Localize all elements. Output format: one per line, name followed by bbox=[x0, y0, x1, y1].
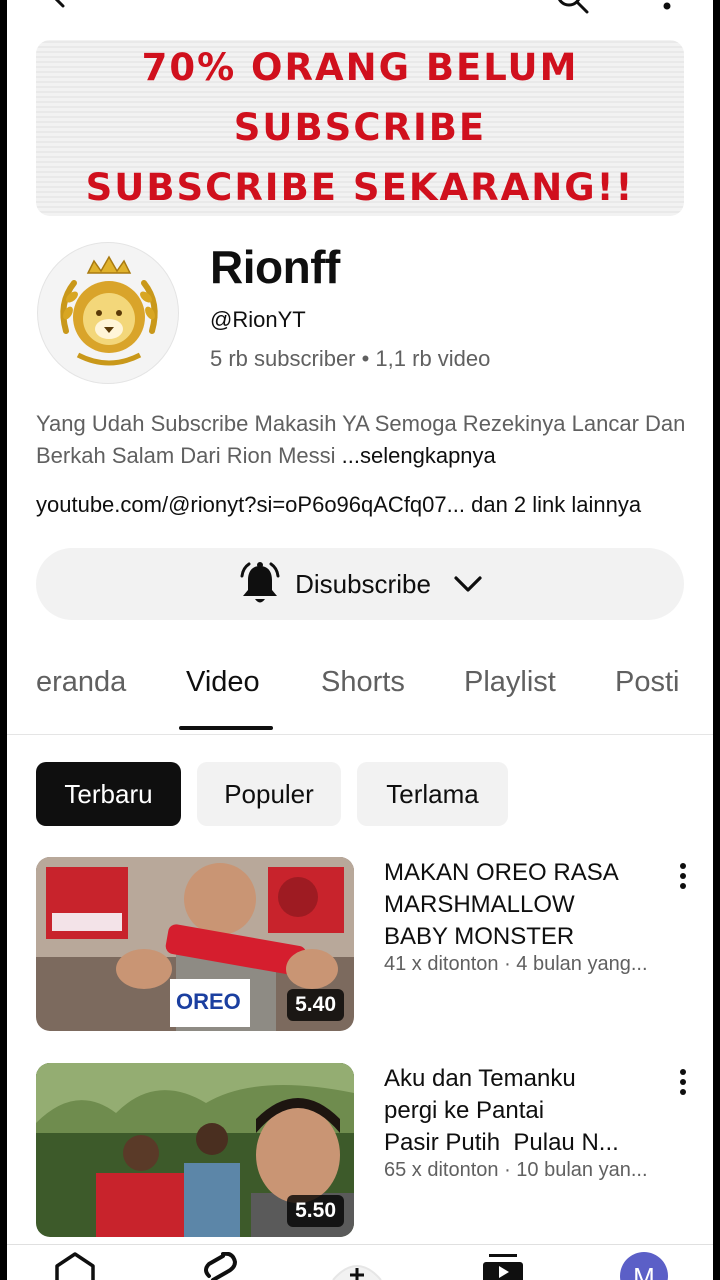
bell-ringing-icon bbox=[240, 562, 280, 603]
video-title-line: pergi ke Pantai bbox=[384, 1097, 545, 1124]
channel-link-url[interactable]: youtube.com/@rionyt?si=oP6o96qACfq07... bbox=[36, 492, 465, 517]
channel-stats: 5 rb subscriber • 1,1 rb video bbox=[210, 346, 491, 371]
arrow-left-icon[interactable] bbox=[43, 0, 73, 12]
chevron-down-icon bbox=[454, 576, 482, 592]
video-thumbnail[interactable]: OREO 5.40 bbox=[36, 857, 354, 1031]
shorts-icon[interactable] bbox=[199, 1252, 239, 1280]
chip-popular[interactable]: Populer bbox=[197, 762, 341, 826]
top-app-bar bbox=[7, 0, 713, 14]
subscribed-label: Disubscribe bbox=[295, 568, 431, 599]
more-vertical-icon[interactable] bbox=[676, 1067, 690, 1097]
video-title[interactable]: MAKAN OREO RASA MARSHMALLOW BABY MONSTER bbox=[384, 857, 666, 953]
video-meta: 41 x ditonton · 4 bulan yang... bbox=[384, 953, 648, 975]
channel-avatar[interactable] bbox=[37, 242, 179, 384]
create-plus-icon[interactable] bbox=[329, 1252, 385, 1280]
video-thumbnail[interactable]: 5.50 bbox=[36, 1063, 354, 1237]
video-title-line: Aku dan Temanku bbox=[384, 1065, 576, 1092]
search-icon[interactable] bbox=[555, 0, 589, 14]
bottom-nav-divider bbox=[7, 1244, 713, 1245]
tab-video[interactable]: Video bbox=[186, 666, 260, 699]
tab-home[interactable]: eranda bbox=[36, 666, 126, 699]
account-avatar-letter: M bbox=[633, 1262, 655, 1280]
tab-shorts[interactable]: Shorts bbox=[321, 666, 405, 699]
video-duration: 5.50 bbox=[287, 1195, 344, 1227]
account-avatar[interactable]: M bbox=[620, 1252, 668, 1280]
video-item[interactable]: OREO 5.40 MAKAN OREO RASA MARSHMALLOW BA… bbox=[36, 857, 696, 1033]
video-meta: 65 x ditonton · 10 bulan yan... bbox=[384, 1159, 648, 1181]
subscriptions-icon[interactable] bbox=[479, 1252, 527, 1280]
chip-oldest[interactable]: Terlama bbox=[357, 762, 508, 826]
video-item[interactable]: 5.50 Aku dan Temanku pergi ke Pantai Pas… bbox=[36, 1063, 696, 1239]
banner-line-2: SUBSCRIBE bbox=[233, 106, 487, 149]
banner-line-3: SUBSCRIBE SEKARANG!! bbox=[85, 166, 635, 209]
video-title-line: MAKAN OREO RASA bbox=[384, 859, 619, 886]
video-title-line: Pasir Putih Pulau N... bbox=[384, 1129, 619, 1156]
chip-latest[interactable]: Terbaru bbox=[36, 762, 181, 826]
channel-page: 70% ORANG BELUM SUBSCRIBE SUBSCRIBE SEKA… bbox=[7, 0, 713, 1280]
show-more-link[interactable]: ...selengkapnya bbox=[342, 443, 496, 468]
channel-name: Rionff bbox=[210, 241, 340, 293]
tabs-divider bbox=[7, 734, 713, 735]
video-title-line: BABY MONSTER bbox=[384, 923, 575, 950]
video-duration: 5.40 bbox=[287, 989, 344, 1021]
channel-description[interactable]: Yang Udah Subscribe Makasih YA Semoga Re… bbox=[36, 408, 696, 472]
channel-handle: @RionYT bbox=[210, 307, 306, 332]
channel-links[interactable]: youtube.com/@rionyt?si=oP6o96qACfq07... … bbox=[36, 492, 641, 518]
tab-playlist[interactable]: Playlist bbox=[464, 666, 556, 699]
channel-tabs: eranda Video Shorts Playlist Posti bbox=[7, 660, 713, 730]
more-links-label[interactable]: dan 2 link lainnya bbox=[465, 492, 641, 517]
tab-posts[interactable]: Posti bbox=[615, 666, 679, 699]
video-title[interactable]: Aku dan Temanku pergi ke Pantai Pasir Pu… bbox=[384, 1063, 666, 1159]
channel-banner: 70% ORANG BELUM SUBSCRIBE SUBSCRIBE SEKA… bbox=[36, 40, 684, 216]
oreo-logo-text: OREO bbox=[176, 989, 241, 1014]
active-tab-indicator bbox=[179, 726, 273, 730]
video-title-line: MARSHMALLOW bbox=[384, 891, 575, 918]
lion-crest-logo-icon bbox=[60, 255, 158, 366]
more-vertical-icon[interactable] bbox=[659, 0, 675, 12]
more-vertical-icon[interactable] bbox=[676, 861, 690, 891]
subscribed-button[interactable]: Disubscribe bbox=[36, 548, 684, 620]
home-icon[interactable] bbox=[51, 1252, 99, 1280]
banner-line-1: 70% ORANG BELUM bbox=[141, 46, 579, 89]
